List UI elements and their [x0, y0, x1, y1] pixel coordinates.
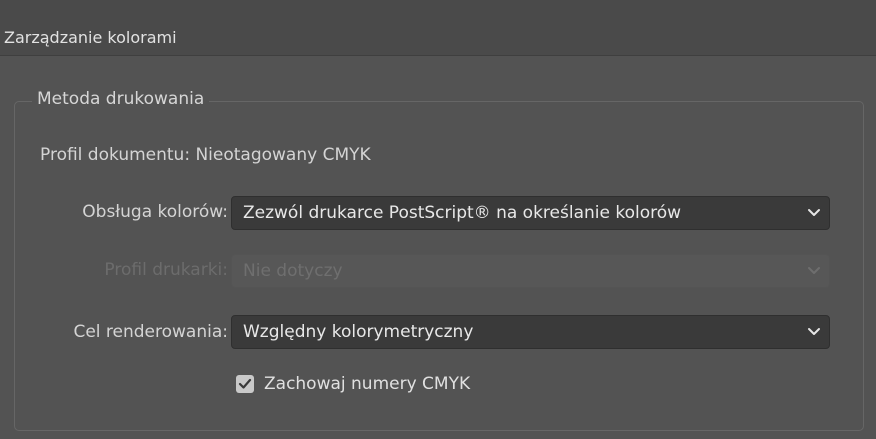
color-handling-dropdown[interactable]: Zezwól drukarce PostScript® na określani… — [231, 196, 830, 230]
chevron-down-icon — [808, 328, 820, 335]
color-handling-label: Obsługa kolorów: — [82, 202, 228, 222]
printer-profile-value: Nie dotyczy — [243, 261, 343, 281]
printer-profile-label: Profil drukarki: — [104, 260, 228, 280]
preserve-cmyk-label[interactable]: Zachowaj numery CMYK — [264, 374, 470, 394]
panel-header: Zarządzanie kolorami — [0, 0, 876, 56]
panel-title: Zarządzanie kolorami — [4, 28, 177, 47]
rendering-intent-dropdown[interactable]: Względny kolorymetryczny — [231, 315, 830, 349]
color-management-panel: Zarządzanie kolorami Metoda drukowania P… — [0, 0, 876, 439]
printer-profile-dropdown: Nie dotyczy — [231, 254, 830, 288]
chevron-down-icon — [808, 209, 820, 216]
rendering-intent-value: Względny kolorymetryczny — [243, 322, 474, 342]
chevron-down-icon — [808, 267, 820, 274]
preserve-cmyk-checkbox[interactable] — [236, 375, 254, 393]
color-handling-value: Zezwól drukarce PostScript® na określani… — [243, 203, 682, 223]
rendering-intent-label: Cel renderowania: — [73, 322, 228, 342]
document-profile-text: Profil dokumentu: Nieotagowany CMYK — [40, 145, 371, 165]
check-icon — [238, 378, 252, 389]
print-method-legend: Metoda drukowania — [32, 89, 210, 109]
